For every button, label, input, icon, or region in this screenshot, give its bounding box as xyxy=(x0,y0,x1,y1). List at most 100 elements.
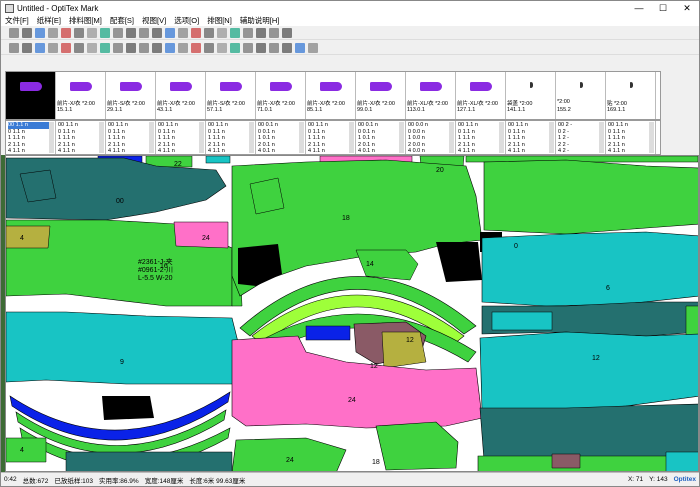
menu-marker[interactable]: 排料图[M] xyxy=(65,15,106,26)
size-quantity-row[interactable]: 4 0.0 n xyxy=(408,148,453,154)
size-quantity-list[interactable]: 00 2 -0 2 -1 2 -2 2 -4 2 - xyxy=(556,121,606,154)
tb2-tool-10[interactable] xyxy=(139,43,149,53)
size-quantity-row[interactable]: 4 1.1 n xyxy=(58,148,103,154)
size-quantity-list[interactable]: 00 1.1 n0 1.1 n1 1.1 n2 1.1 n4 1.1 n xyxy=(156,121,206,154)
piece-black-bottom[interactable] xyxy=(102,396,154,420)
piece-teal-bottom[interactable] xyxy=(65,451,233,472)
piece-blue-mid[interactable] xyxy=(305,325,351,341)
tb2-tool-11[interactable] xyxy=(152,43,162,53)
tb1-tool-11[interactable] xyxy=(152,28,162,38)
list-scrollbar[interactable] xyxy=(99,122,104,153)
tb1-tool-13[interactable] xyxy=(178,28,188,38)
piece-12[interactable] xyxy=(479,331,699,411)
tb2-tool-4[interactable] xyxy=(61,43,71,53)
tb2-tool-15[interactable] xyxy=(204,43,214,53)
piece-thumbnail[interactable]: 袋盖 *2:00 141.1.1 xyxy=(506,72,556,119)
tb2-tool-19[interactable] xyxy=(256,43,266,53)
tb1-tool-4[interactable] xyxy=(61,28,71,38)
list-scrollbar[interactable] xyxy=(499,122,504,153)
size-quantity-list[interactable]: 00 0.1 n0 0.1 n1 0.1 n2 0.1 n4 0.1 n xyxy=(356,121,406,154)
tb2-tool-6[interactable] xyxy=(87,43,97,53)
tb1-tool-1[interactable] xyxy=(22,28,32,38)
menu-pattern[interactable]: 纸样[E] xyxy=(33,15,65,26)
tb2-tool-16[interactable] xyxy=(217,43,227,53)
list-scrollbar[interactable] xyxy=(449,122,454,153)
tb2-tool-13[interactable] xyxy=(178,43,188,53)
piece-thumbnail[interactable]: 前片-S/衣 *2:00 57.1.1 xyxy=(206,72,256,119)
tb2-tool-14[interactable] xyxy=(191,43,201,53)
size-quantity-row[interactable]: 4 1.1 n xyxy=(308,148,353,154)
size-quantity-list[interactable]: 00 0.1 n0 0.1 n1 0.1 n2 0.1 n4 0.1 n xyxy=(256,121,306,154)
size-quantity-list[interactable]: 00 1.1 n0 1.1 n1 1.1 n2 1.1 n4 1.1 n xyxy=(206,121,256,154)
tb1-tool-14[interactable] xyxy=(191,28,201,38)
size-quantity-row[interactable]: 4 1.1 n xyxy=(208,148,253,154)
size-quantity-row[interactable]: 4 1.1 n xyxy=(158,148,203,154)
size-quantity-list[interactable]: 00 1.1 n0 1.1 n1 1.1 n2 1.1 n4 1.1 n xyxy=(106,121,156,154)
size-quantity-list[interactable]: 00 1.1 n0 1.1 n1 1.1 n2 1.1 n4 1.1 n xyxy=(6,121,56,154)
tb1-tool-2[interactable] xyxy=(35,28,45,38)
thumbnail-scroll-area[interactable] xyxy=(662,71,696,155)
piece-thumbnail[interactable]: 前片-X/衣 *2:00 15.1.1 xyxy=(56,72,106,119)
close-button[interactable]: ✕ xyxy=(675,1,699,15)
list-scrollbar[interactable] xyxy=(199,122,204,153)
tb2-tool-0[interactable] xyxy=(9,43,19,53)
tb2-tool-18[interactable] xyxy=(243,43,253,53)
menu-options[interactable]: 选项[O] xyxy=(170,15,203,26)
tb1-tool-10[interactable] xyxy=(139,28,149,38)
tb2-tool-8[interactable] xyxy=(113,43,123,53)
piece-thumbnail[interactable]: 前片-X/衣 *2:00 99.0.1 xyxy=(356,72,406,119)
piece-thumbnail[interactable]: 前片-X/衣 *2:00 43.1.1 xyxy=(156,72,206,119)
size-quantity-row[interactable]: 4 1.1 n xyxy=(608,148,653,154)
list-scrollbar[interactable] xyxy=(399,122,404,153)
piece-4[interactable] xyxy=(6,225,51,249)
tb2-tool-22[interactable] xyxy=(295,43,305,53)
list-scrollbar[interactable] xyxy=(249,122,254,153)
tb1-tool-21[interactable] xyxy=(282,28,292,38)
tb2-tool-3[interactable] xyxy=(48,43,58,53)
menu-set[interactable]: 配套[S] xyxy=(106,15,138,26)
piece-thumbnail[interactable]: 前片-X/衣 *2:00 71.0.1 xyxy=(256,72,306,119)
tb1-tool-17[interactable] xyxy=(230,28,240,38)
piece-thumbnail[interactable]: 前片-S/衣 *2:00 29.1.1 xyxy=(106,72,156,119)
tb2-tool-9[interactable] xyxy=(126,43,136,53)
tb1-tool-8[interactable] xyxy=(113,28,123,38)
size-quantity-row[interactable]: 4 0.1 n xyxy=(258,148,303,154)
piece-thumbnail[interactable]: 前片-X/衣 *2:00 85.1.1 xyxy=(306,72,356,119)
size-quantity-row[interactable]: 4 0.1 n xyxy=(358,148,403,154)
size-quantity-row[interactable]: 4 1.1 n xyxy=(8,148,53,154)
tb2-tool-5[interactable] xyxy=(74,43,84,53)
piece-thumbnail[interactable]: 前片-XL/衣 *2:00 127.1.1 xyxy=(456,72,506,119)
tb1-tool-19[interactable] xyxy=(256,28,266,38)
tb1-tool-9[interactable] xyxy=(126,28,136,38)
size-quantity-list[interactable]: 00 1.1 n0 1.1 n1 1.1 n2 1.1 n4 1.1 n xyxy=(606,121,656,154)
list-scrollbar[interactable] xyxy=(599,122,604,153)
piece-cyan-top[interactable] xyxy=(205,156,231,164)
size-quantity-row[interactable]: 4 2 - xyxy=(558,148,603,154)
tb1-tool-15[interactable] xyxy=(204,28,214,38)
tb1-tool-16[interactable] xyxy=(217,28,227,38)
piece-thumbnail[interactable]: 前片-XL/衣 *2:00 113.0.1 xyxy=(406,72,456,119)
list-scrollbar[interactable] xyxy=(349,122,354,153)
menu-view[interactable]: 视图[V] xyxy=(138,15,170,26)
size-quantity-list[interactable]: 00 1.1 n0 1.1 n1 1.1 n2 1.1 n4 1.1 n xyxy=(56,121,106,154)
tb1-tool-12[interactable] xyxy=(165,28,175,38)
size-quantity-row[interactable]: 4 1.1 n xyxy=(508,148,553,154)
list-scrollbar[interactable] xyxy=(299,122,304,153)
list-scrollbar[interactable] xyxy=(549,122,554,153)
tb2-tool-17[interactable] xyxy=(230,43,240,53)
tb1-tool-3[interactable] xyxy=(48,28,58,38)
list-scrollbar[interactable] xyxy=(49,122,54,153)
piece-thumbnail[interactable]: *2:00 155.2 xyxy=(556,72,606,119)
piece-9[interactable] xyxy=(6,311,239,385)
list-scrollbar[interactable] xyxy=(149,122,154,153)
list-scrollbar[interactable] xyxy=(649,122,654,153)
tb1-tool-18[interactable] xyxy=(243,28,253,38)
menu-nest[interactable]: 排图[N] xyxy=(203,15,236,26)
piece-thumbnail[interactable]: 前片-X/衣 *2:00 1.1.1 xyxy=(6,72,56,119)
piece-thumbnail[interactable]: 贴 *2:00 169.1.1 xyxy=(606,72,656,119)
tb2-tool-21[interactable] xyxy=(282,43,292,53)
piece-teal-right[interactable] xyxy=(483,159,699,235)
size-quantity-row[interactable]: 4 1.1 n xyxy=(108,148,153,154)
tb1-tool-0[interactable] xyxy=(9,28,19,38)
size-quantity-list[interactable]: 00 1.1 n0 1.1 n1 1.1 n2 1.1 n4 1.1 n xyxy=(506,121,556,154)
